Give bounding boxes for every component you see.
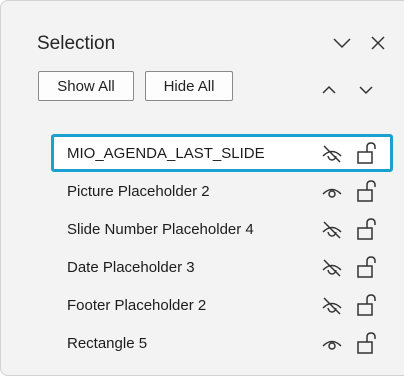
bring-forward-button[interactable] xyxy=(311,72,347,108)
list-item-label: Footer Placeholder 2 xyxy=(67,296,207,314)
chevron-down-icon xyxy=(359,86,373,95)
send-backward-button[interactable] xyxy=(348,72,384,108)
list-item-label: MIO_AGENDA_LAST_SLIDE xyxy=(67,144,265,162)
eye-icon[interactable] xyxy=(319,332,345,354)
unlock-icon[interactable] xyxy=(355,293,379,317)
close-icon xyxy=(371,36,385,50)
pane-title: Selection xyxy=(37,33,116,54)
pane-options-button[interactable] xyxy=(329,30,355,56)
list-item[interactable]: MIO_AGENDA_LAST_SLIDE xyxy=(51,134,393,172)
list-item[interactable]: Date Placeholder 3 xyxy=(51,248,393,286)
selection-pane: Selection Show All Hide All MIO_AGENDA_L… xyxy=(0,0,404,376)
list-item[interactable]: Rectangle 5 xyxy=(51,324,393,362)
list-item[interactable]: Slide Number Placeholder 4 xyxy=(51,210,393,248)
list-item[interactable]: Picture Placeholder 2 xyxy=(51,172,393,210)
eye-hidden-icon[interactable] xyxy=(319,218,345,240)
eye-hidden-icon[interactable] xyxy=(319,256,345,278)
unlock-icon[interactable] xyxy=(355,141,379,165)
hide-all-button[interactable]: Hide All xyxy=(145,71,233,101)
eye-hidden-icon[interactable] xyxy=(319,294,345,316)
list-item[interactable]: Footer Placeholder 2 xyxy=(51,286,393,324)
unlock-icon[interactable] xyxy=(355,217,379,241)
chevron-down-icon xyxy=(333,38,351,49)
close-pane-button[interactable] xyxy=(365,30,391,56)
list-item-label: Rectangle 5 xyxy=(67,334,148,352)
unlock-icon[interactable] xyxy=(355,255,379,279)
unlock-icon[interactable] xyxy=(355,331,379,355)
list-item-label: Slide Number Placeholder 4 xyxy=(67,220,254,238)
show-all-button[interactable]: Show All xyxy=(38,71,134,101)
eye-icon[interactable] xyxy=(319,180,345,202)
unlock-icon[interactable] xyxy=(355,179,379,203)
chevron-up-icon xyxy=(322,85,336,94)
list-item-label: Picture Placeholder 2 xyxy=(67,182,210,200)
list-item-label: Date Placeholder 3 xyxy=(67,258,195,276)
eye-hidden-icon[interactable] xyxy=(319,142,345,164)
selection-list: MIO_AGENDA_LAST_SLIDE Picture Placeholde… xyxy=(51,134,393,362)
page: Selection Show All Hide All MIO_AGENDA_L… xyxy=(0,0,404,376)
